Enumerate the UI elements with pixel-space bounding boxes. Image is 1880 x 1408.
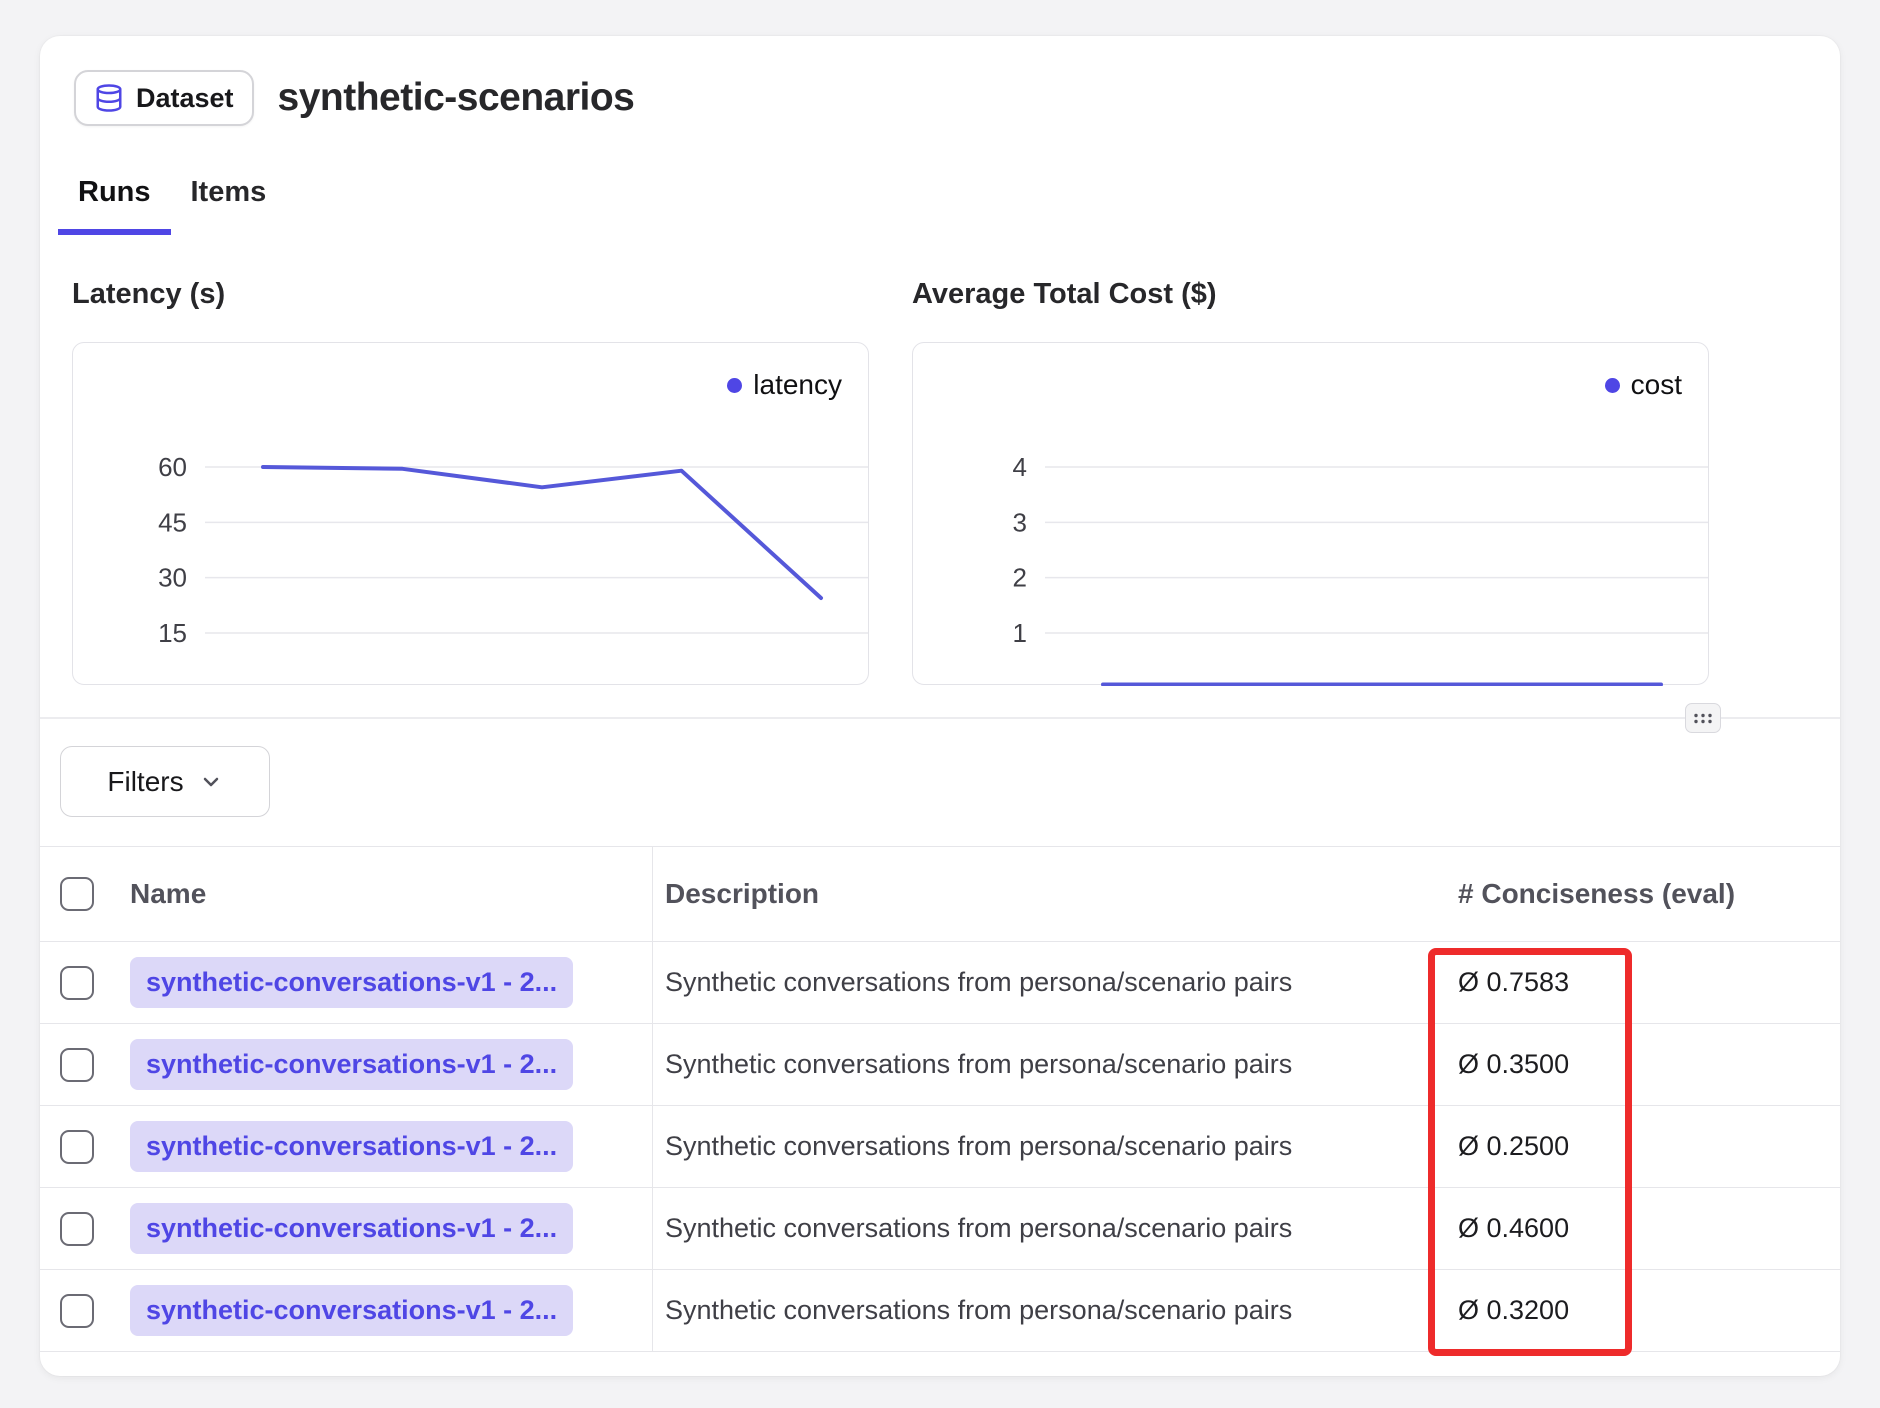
filters-button-label: Filters [107, 766, 183, 798]
page-header: Dataset synthetic-scenarios [74, 70, 634, 126]
svg-text:30: 30 [158, 563, 187, 593]
dataset-badge: Dataset [74, 70, 254, 126]
runs-table: Name Description # Conciseness (eval) sy… [40, 846, 1840, 1352]
column-header-name: Name [130, 878, 652, 910]
latency-chart-title: Latency (s) [72, 278, 225, 311]
column-header-conciseness: # Conciseness (eval) [1458, 878, 1840, 910]
table-row[interactable]: synthetic-conversations-v1 - 2... Synthe… [40, 1106, 1840, 1188]
svg-text:4: 4 [1013, 452, 1027, 482]
run-name-link[interactable]: synthetic-conversations-v1 - 2... [130, 1039, 573, 1090]
run-name-link[interactable]: synthetic-conversations-v1 - 2... [130, 957, 573, 1008]
cost-chart: 4 3 2 1 cost [912, 342, 1709, 685]
run-conciseness-value: Ø 0.7583 [1458, 967, 1840, 998]
database-icon [94, 83, 124, 113]
drag-handle-icon[interactable] [1685, 703, 1721, 733]
legend-dot-icon [727, 378, 742, 393]
tab-items[interactable]: Items [171, 176, 287, 235]
run-description: Synthetic conversations from persona/sce… [665, 967, 1292, 998]
dataset-page-card: Dataset synthetic-scenarios Runs Items L… [40, 36, 1840, 1376]
svg-text:15: 15 [158, 618, 187, 648]
table-row[interactable]: synthetic-conversations-v1 - 2... Synthe… [40, 1270, 1840, 1352]
run-name-link[interactable]: synthetic-conversations-v1 - 2... [130, 1285, 573, 1336]
svg-text:45: 45 [158, 507, 187, 537]
column-header-description: Description [652, 847, 1458, 941]
run-description: Synthetic conversations from persona/sce… [665, 1131, 1292, 1162]
run-conciseness-value: Ø 0.4600 [1458, 1213, 1840, 1244]
row-checkbox[interactable] [60, 966, 94, 1000]
run-description: Synthetic conversations from persona/sce… [665, 1213, 1292, 1244]
run-description: Synthetic conversations from persona/sce… [665, 1295, 1292, 1326]
tab-runs[interactable]: Runs [58, 176, 171, 235]
tab-bar: Runs Items [58, 176, 286, 235]
row-checkbox[interactable] [60, 1294, 94, 1328]
cost-legend: cost [1605, 369, 1682, 401]
legend-dot-icon [1605, 378, 1620, 393]
select-all-checkbox[interactable] [60, 877, 94, 911]
run-conciseness-value: Ø 0.3500 [1458, 1049, 1840, 1080]
run-name-link[interactable]: synthetic-conversations-v1 - 2... [130, 1203, 573, 1254]
row-checkbox[interactable] [60, 1212, 94, 1246]
panel-divider [40, 717, 1840, 719]
legend-label: cost [1631, 369, 1682, 401]
latency-chart: 60 45 30 15 latency [72, 342, 869, 685]
run-conciseness-value: Ø 0.3200 [1458, 1295, 1840, 1326]
filters-button[interactable]: Filters [60, 746, 270, 817]
svg-text:2: 2 [1013, 563, 1027, 593]
latency-legend: latency [727, 369, 842, 401]
run-description: Synthetic conversations from persona/sce… [665, 1049, 1292, 1080]
table-body: synthetic-conversations-v1 - 2... Synthe… [40, 942, 1840, 1352]
run-conciseness-value: Ø 0.2500 [1458, 1131, 1840, 1162]
table-row[interactable]: synthetic-conversations-v1 - 2... Synthe… [40, 1188, 1840, 1270]
chevron-down-icon [199, 770, 223, 794]
svg-text:1: 1 [1013, 618, 1027, 648]
svg-text:60: 60 [158, 452, 187, 482]
dataset-badge-label: Dataset [136, 83, 234, 114]
table-row[interactable]: synthetic-conversations-v1 - 2... Synthe… [40, 1024, 1840, 1106]
table-header-row: Name Description # Conciseness (eval) [40, 846, 1840, 942]
legend-label: latency [753, 369, 842, 401]
run-name-link[interactable]: synthetic-conversations-v1 - 2... [130, 1121, 573, 1172]
row-checkbox[interactable] [60, 1130, 94, 1164]
table-row[interactable]: synthetic-conversations-v1 - 2... Synthe… [40, 942, 1840, 1024]
row-checkbox[interactable] [60, 1048, 94, 1082]
page-title: synthetic-scenarios [278, 76, 635, 120]
svg-text:3: 3 [1013, 507, 1027, 537]
cost-chart-title: Average Total Cost ($) [912, 278, 1217, 311]
